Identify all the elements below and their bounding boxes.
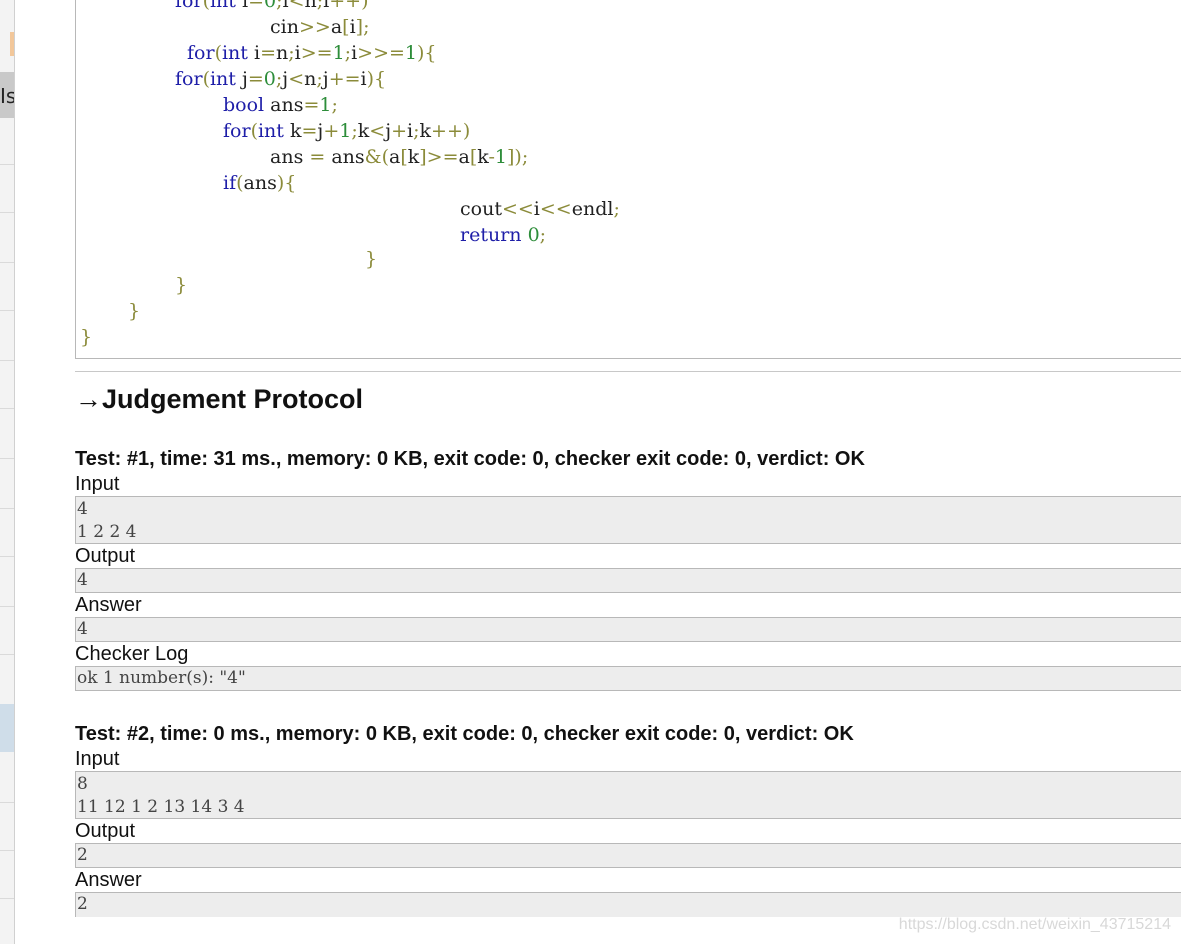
- io-line: 8: [77, 774, 88, 794]
- test-1-input-box: 4 1 2 2 4: [75, 496, 1181, 544]
- code-line: }: [80, 326, 93, 348]
- test-1-checker-label: Checker Log: [75, 643, 189, 665]
- io-line: 4: [77, 619, 88, 639]
- io-line: ok 1 number(s): "4": [77, 668, 246, 688]
- code-line: }: [128, 300, 141, 322]
- code-line: for(int j=0;j<n;j+=i){: [175, 68, 387, 90]
- io-line: 1 2 2 4: [77, 522, 137, 542]
- test-1-answer-box: 4: [75, 617, 1181, 642]
- test-1-header: Test: #1, time: 31 ms., memory: 0 KB, ex…: [75, 448, 865, 470]
- watermark: https://blog.csdn.net/weixin_43715214: [898, 916, 1171, 933]
- io-line: 4: [77, 499, 88, 519]
- code-line: cin>>a[i];: [270, 16, 370, 38]
- source-code-box: for(int i=0;i<n;i++) cin>>a[i]; for(int …: [75, 0, 1181, 359]
- test-2-output-box: 2: [75, 843, 1181, 868]
- test-2-answer-label: Answer: [75, 869, 142, 891]
- sidebar-fragment: Is: [0, 84, 14, 108]
- sidebar-accent: [10, 32, 14, 56]
- judgement-protocol-title: →Judgement Protocol: [75, 384, 364, 414]
- code-line: }: [175, 274, 188, 296]
- test-1-input-label: Input: [75, 473, 120, 495]
- code-line: bool ans=1;: [223, 94, 338, 116]
- test-2-input-label: Input: [75, 748, 120, 770]
- code-line: return 0;: [460, 224, 547, 246]
- code-line: for(int i=n;i>=1;i>>=1){: [187, 42, 437, 64]
- code-line: if(ans){: [223, 172, 297, 194]
- test-1-output-box: 4: [75, 568, 1181, 593]
- sidebar-highlight-item: [0, 704, 14, 752]
- background-sidebar-strip: Is: [0, 0, 15, 944]
- code-line: cout<<i<<endl;: [460, 198, 620, 220]
- test-2-answer-box: 2: [75, 892, 1181, 917]
- io-line: 11 12 1 2 13 14 3 4: [77, 797, 245, 817]
- test-1-output-label: Output: [75, 545, 136, 567]
- io-line: 4: [77, 570, 88, 590]
- test-2-input-box: 8 11 12 1 2 13 14 3 4: [75, 771, 1181, 819]
- section-divider: [75, 371, 1181, 372]
- io-line: 2: [77, 845, 88, 865]
- test-1-answer-label: Answer: [75, 594, 142, 616]
- code-line: }: [365, 248, 378, 270]
- test-1-checker-box: ok 1 number(s): "4": [75, 666, 1181, 691]
- io-line: 2: [77, 894, 88, 914]
- code-line: for(int k=j+1;k<j+i;k++): [223, 120, 471, 142]
- test-2-header: Test: #2, time: 0 ms., memory: 0 KB, exi…: [75, 723, 854, 745]
- test-2-output-label: Output: [75, 820, 136, 842]
- code-line: ans = ans&(a[k]>=a[k-1]);: [270, 146, 529, 168]
- code-line: for(int i=0;i<n;i++): [175, 0, 369, 12]
